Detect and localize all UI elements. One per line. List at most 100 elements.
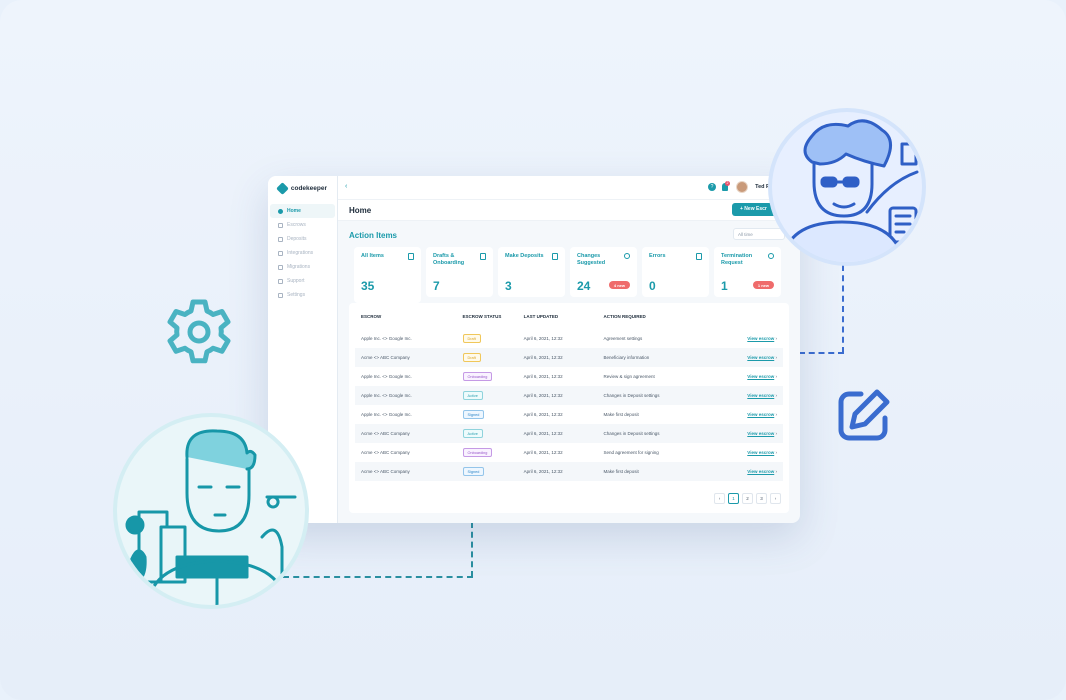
status-badge: Active bbox=[462, 391, 483, 400]
column-header[interactable]: ESCROW STATUS bbox=[463, 314, 524, 319]
escrow-name: Acme <> ABC Company bbox=[361, 469, 410, 474]
chevron-right-icon: › bbox=[775, 374, 778, 379]
card-changes-suggested[interactable]: Changes Suggested 24 4 new bbox=[570, 247, 637, 297]
card-termination-request[interactable]: Termination Request 1 1 new bbox=[714, 247, 781, 297]
section-title: Action Items bbox=[349, 231, 398, 240]
view-escrow-link[interactable]: View escrow bbox=[747, 393, 774, 398]
card-make-deposits[interactable]: Make Deposits 3 bbox=[498, 247, 565, 297]
summary-cards: All Items 35 Drafts & Onboarding 7 Make … bbox=[354, 247, 781, 303]
table-row[interactable]: Acme <> ABC Company Signed April 6, 2021, … bbox=[355, 462, 783, 481]
chevron-right-icon: › bbox=[775, 450, 778, 455]
card-value: 3 bbox=[505, 279, 512, 293]
card-label: Termination Request bbox=[721, 253, 753, 266]
escrow-name: Acme <> ABC Company bbox=[361, 450, 410, 455]
status-badge: Draft bbox=[462, 353, 481, 362]
escrow-name: Apple Inc. <> Google Inc. bbox=[361, 336, 412, 341]
view-escrow-link[interactable]: View escrow bbox=[747, 412, 774, 417]
sidebar-nav: Home Escrows Deposits Integrations Migra… bbox=[268, 204, 337, 302]
escrow-name: Acme <> ABC Company bbox=[361, 431, 410, 436]
action-required: Agreement settings bbox=[603, 336, 643, 341]
card-label: All Items bbox=[361, 253, 384, 259]
sidebar-item-label: Support bbox=[287, 278, 305, 284]
status-cell: Active bbox=[462, 391, 524, 400]
status-cell: Onboarding bbox=[462, 448, 524, 457]
chevron-right-icon: › bbox=[775, 412, 778, 417]
status-badge: Draft bbox=[462, 334, 481, 343]
sidebar-item-label: Integrations bbox=[287, 250, 314, 256]
table-row[interactable]: Apple Inc. <> Google Inc. Onboarding April… bbox=[355, 367, 783, 386]
close-circle-icon bbox=[768, 253, 774, 259]
card-value: 1 bbox=[721, 279, 728, 293]
sidebar-item-escrows[interactable]: Escrows bbox=[270, 218, 335, 232]
view-escrow-cell: View escrow › bbox=[728, 450, 777, 455]
card-all-items[interactable]: All Items 35 bbox=[354, 247, 421, 303]
status-cell: Active bbox=[462, 429, 524, 438]
time-filter-select[interactable]: All time bbox=[733, 228, 785, 240]
settings-icon bbox=[624, 253, 630, 259]
escrow-name: Apple Inc. <> Google Inc. bbox=[361, 374, 412, 379]
view-escrow-link[interactable]: View escrow bbox=[747, 469, 774, 474]
home-icon bbox=[278, 208, 283, 214]
table-row[interactable]: Apple Inc. <> Google Inc. Signed April 6, … bbox=[355, 405, 783, 424]
gear-icon bbox=[278, 292, 283, 298]
sidebar-item-support[interactable]: Support bbox=[270, 274, 335, 288]
avatar[interactable] bbox=[736, 181, 748, 193]
card-value: 7 bbox=[433, 279, 440, 293]
connector-line bbox=[283, 576, 473, 578]
card-label: Make Deposits bbox=[505, 253, 544, 259]
sidebar-item-home[interactable]: Home bbox=[270, 204, 335, 218]
support-icon bbox=[278, 278, 283, 284]
edit-square-icon bbox=[833, 384, 895, 446]
column-header[interactable]: ACTION REQUIRED bbox=[604, 314, 728, 319]
sidebar-item-integrations[interactable]: Integrations bbox=[270, 246, 335, 260]
sidebar-item-settings[interactable]: Settings bbox=[270, 288, 335, 302]
last-updated: April 6, 2021, 12:32 bbox=[523, 336, 563, 341]
chevron-right-icon: › bbox=[775, 469, 778, 474]
action-required: Send agreement for signing bbox=[603, 450, 659, 455]
last-updated: April 6, 2021, 12:32 bbox=[523, 374, 563, 379]
last-updated: April 6, 2021, 12:32 bbox=[523, 431, 563, 436]
column-header[interactable]: LAST UPDATED bbox=[524, 314, 604, 319]
page-button[interactable]: 3 bbox=[756, 493, 767, 504]
next-page-button[interactable]: › bbox=[770, 493, 781, 504]
folder-icon bbox=[552, 253, 558, 260]
notification-badge: 2 bbox=[725, 181, 730, 186]
view-escrow-link[interactable]: View escrow bbox=[747, 374, 774, 379]
card-drafts-onboarding[interactable]: Drafts & Onboarding 7 bbox=[426, 247, 493, 297]
view-escrow-link[interactable]: View escrow bbox=[747, 450, 774, 455]
page-button[interactable]: 1 bbox=[728, 493, 739, 504]
sidebar-item-deposits[interactable]: Deposits bbox=[270, 232, 335, 246]
view-escrow-link[interactable]: View escrow bbox=[747, 431, 774, 436]
table-row[interactable]: Acme <> ABC Company Onboarding April 6, 20… bbox=[355, 443, 783, 462]
column-header[interactable]: ESCROW bbox=[361, 314, 463, 319]
page-button[interactable]: 2 bbox=[742, 493, 753, 504]
page-header: Home + New Escr bbox=[338, 200, 800, 221]
view-escrow-cell: View escrow › bbox=[728, 412, 777, 417]
view-escrow-cell: View escrow › bbox=[728, 431, 777, 436]
table-row[interactable]: Apple Inc. <> Google Inc. Active April 6, … bbox=[355, 386, 783, 405]
view-escrow-cell: View escrow › bbox=[728, 355, 777, 360]
help-icon[interactable]: ? bbox=[708, 183, 716, 191]
app-window: codekeeper Home Escrows Deposits Integra… bbox=[268, 176, 800, 523]
escrow-name: Acme <> ABC Company bbox=[361, 355, 410, 360]
last-updated: April 6, 2021, 12:32 bbox=[523, 355, 563, 360]
warning-icon bbox=[696, 253, 702, 260]
table-row[interactable]: Acme <> ABC Company Draft April 6, 2021, 1… bbox=[355, 348, 783, 367]
table-row[interactable]: Acme <> ABC Company Active April 6, 2021, … bbox=[355, 424, 783, 443]
status-badge: Signed bbox=[462, 467, 485, 476]
chevron-right-icon: › bbox=[775, 393, 778, 398]
prev-page-button[interactable]: › bbox=[714, 493, 725, 504]
card-errors[interactable]: Errors 0 bbox=[642, 247, 709, 297]
status-cell: Draft bbox=[462, 353, 524, 362]
logo[interactable]: codekeeper bbox=[268, 176, 337, 200]
chevron-left-icon[interactable]: ‹ bbox=[345, 183, 347, 190]
connector-line bbox=[799, 352, 844, 354]
gear-icon bbox=[163, 296, 235, 368]
sidebar-item-migrations[interactable]: Migrations bbox=[270, 260, 335, 274]
person-illustration-left bbox=[113, 413, 309, 609]
table-header: ESCROW ESCROW STATUS LAST UPDATED ACTION… bbox=[349, 303, 789, 329]
view-escrow-link[interactable]: View escrow bbox=[747, 355, 774, 360]
status-cell: Signed bbox=[462, 410, 524, 419]
view-escrow-link[interactable]: View escrow bbox=[747, 336, 774, 341]
table-row[interactable]: Apple Inc. <> Google Inc. Draft April 6, 2… bbox=[355, 329, 783, 348]
